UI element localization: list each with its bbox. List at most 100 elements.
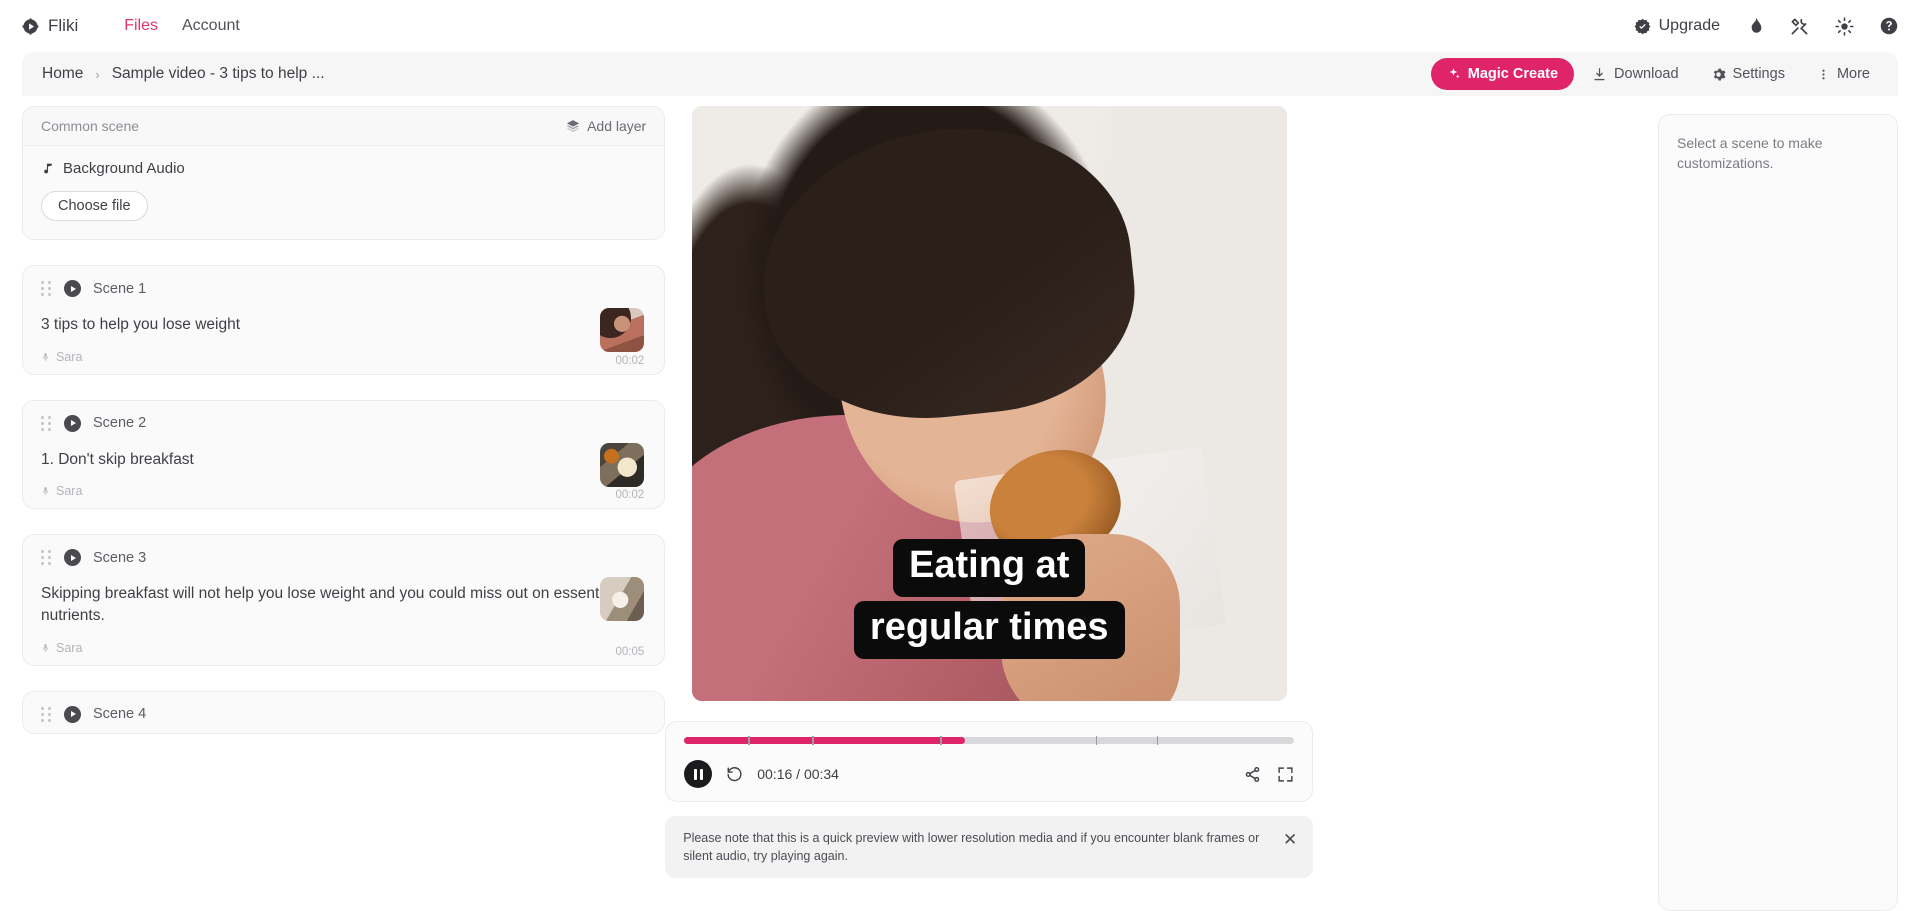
sun-icon[interactable] <box>1835 16 1854 36</box>
scene-thumbnail[interactable] <box>600 308 645 352</box>
choose-file-button[interactable]: Choose file <box>41 191 148 221</box>
preview-panel: Eating at regular times 00:16 / 00:34 Pl… <box>665 96 1314 911</box>
scene-voice[interactable]: Sara <box>41 484 646 498</box>
upgrade-label: Upgrade <box>1658 17 1720 34</box>
magic-create-button[interactable]: Magic Create <box>1430 58 1575 90</box>
fliki-logo-icon <box>22 17 39 35</box>
scene-header: Scene 2 <box>41 414 646 432</box>
drag-handle-icon[interactable] <box>41 415 52 431</box>
tools-icon[interactable] <box>1790 17 1809 36</box>
video-preview[interactable]: Eating at regular times <box>691 106 1287 701</box>
scene-card[interactable]: Scene 4 <box>22 690 666 734</box>
scene-card[interactable]: Scene 1 3 tips to help you lose weight S… <box>22 265 666 375</box>
common-scene-body: Background Audio Choose file <box>23 146 664 239</box>
pause-button[interactable] <box>684 760 713 788</box>
upgrade-button[interactable]: Upgrade <box>1634 17 1720 35</box>
settings-label: Settings <box>1732 66 1785 82</box>
scene-marker <box>1095 736 1098 745</box>
scene-header: Scene 3 <box>41 549 646 567</box>
caption-line: regular times <box>853 601 1125 659</box>
download-icon <box>1592 67 1607 82</box>
close-icon[interactable]: ✕ <box>1283 829 1297 848</box>
top-navigation-bar: Fliki Files Account Upgrade <box>0 0 1920 52</box>
scene-marker <box>1156 736 1159 745</box>
caption-line: Eating at <box>893 539 1086 598</box>
play-icon[interactable] <box>64 705 81 723</box>
nav-link-files[interactable]: Files <box>112 11 170 41</box>
nav-link-account[interactable]: Account <box>170 11 252 41</box>
settings-button[interactable]: Settings <box>1697 58 1799 90</box>
drag-handle-icon[interactable] <box>41 281 52 297</box>
brand[interactable]: Fliki <box>22 16 78 36</box>
scene-list-panel: Common scene Add layer Background Audio … <box>22 96 666 911</box>
scene-voice[interactable]: Sara <box>41 350 646 364</box>
preview-notice-text: Please note that this is a quick preview… <box>683 831 1260 864</box>
breadcrumb-bar: Home › Sample video - 3 tips to help ...… <box>22 52 1898 96</box>
background-audio-row: Background Audio <box>41 160 646 177</box>
download-label: Download <box>1614 66 1679 82</box>
player-control-row: 00:16 / 00:34 <box>684 760 1294 788</box>
badge-check-icon <box>1634 18 1651 35</box>
more-button[interactable]: More <box>1803 58 1884 90</box>
scene-card[interactable]: Scene 3 Skipping breakfast will not help… <box>22 534 666 666</box>
scene-duration: 00:05 <box>615 645 645 658</box>
add-layer-button[interactable]: Add layer <box>566 118 646 134</box>
scene-header: Scene 1 <box>41 280 646 297</box>
breadcrumb-home[interactable]: Home <box>42 65 83 83</box>
scene-thumbnail[interactable] <box>600 577 645 622</box>
scene-voice-name: Sara <box>56 484 83 499</box>
scene-voice-name: Sara <box>56 640 83 655</box>
share-icon[interactable] <box>1244 766 1261 783</box>
microphone-icon <box>41 351 50 363</box>
common-scene-header: Common scene Add layer <box>23 107 665 146</box>
play-icon[interactable] <box>64 549 81 567</box>
scene-marker <box>812 736 814 745</box>
play-icon[interactable] <box>64 414 81 432</box>
scene-marker <box>748 736 750 745</box>
scene-header: Scene 4 <box>41 705 646 723</box>
video-captions: Eating at regular times <box>692 539 1287 659</box>
download-button[interactable]: Download <box>1578 58 1693 90</box>
help-circle-icon[interactable] <box>1880 17 1898 35</box>
scene-label: Scene 4 <box>93 706 147 723</box>
scene-duration: 00:02 <box>615 489 645 502</box>
brand-name: Fliki <box>48 16 79 35</box>
scene-thumbnail[interactable] <box>600 442 645 487</box>
breadcrumb-current[interactable]: Sample video - 3 tips to help ... <box>112 65 325 83</box>
main-layout: Common scene Add layer Background Audio … <box>0 96 1920 911</box>
fullscreen-icon[interactable] <box>1277 766 1294 783</box>
music-note-icon <box>41 161 54 176</box>
scene-marker <box>940 736 942 745</box>
preview-notice: Please note that this is a quick preview… <box>665 816 1314 879</box>
scene-voice[interactable]: Sara <box>41 641 646 655</box>
common-scene-card: Common scene Add layer Background Audio … <box>22 106 666 240</box>
breadcrumb-actions: Magic Create Download Settings More <box>1430 58 1884 90</box>
nav-right-group: Upgrade <box>1634 16 1898 36</box>
dots-vertical-icon <box>1817 67 1830 82</box>
drag-handle-icon[interactable] <box>41 550 52 566</box>
gear-icon <box>1711 67 1726 82</box>
player-right-controls <box>1244 766 1294 783</box>
chevron-right-icon: › <box>95 66 100 82</box>
play-icon[interactable] <box>64 280 81 297</box>
scene-duration: 00:02 <box>615 354 645 367</box>
more-label: More <box>1836 66 1870 82</box>
scene-text[interactable]: 1. Don't skip breakfast <box>41 449 646 471</box>
scene-text[interactable]: 3 tips to help you lose weight <box>41 314 646 336</box>
time-display: 00:16 / 00:34 <box>757 766 839 782</box>
scene-text[interactable]: Skipping breakfast will not help you los… <box>41 583 646 626</box>
common-scene-title: Common scene <box>41 118 140 134</box>
drag-handle-icon[interactable] <box>41 706 52 722</box>
microphone-icon <box>41 485 50 497</box>
scene-voice-name: Sara <box>56 349 83 364</box>
progress-bar[interactable] <box>684 736 1295 745</box>
restart-icon[interactable] <box>726 766 743 783</box>
scene-card[interactable]: Scene 2 1. Don't skip breakfast Sara 00:… <box>22 399 666 510</box>
flame-icon[interactable] <box>1746 17 1764 35</box>
customization-panel-column: Select a scene to make customizations. <box>1313 96 1898 911</box>
scene-label: Scene 2 <box>93 415 147 432</box>
scene-label: Scene 3 <box>93 549 147 566</box>
video-player-controls: 00:16 / 00:34 <box>665 721 1314 802</box>
layers-icon <box>566 119 580 133</box>
magic-create-label: Magic Create <box>1467 66 1559 82</box>
